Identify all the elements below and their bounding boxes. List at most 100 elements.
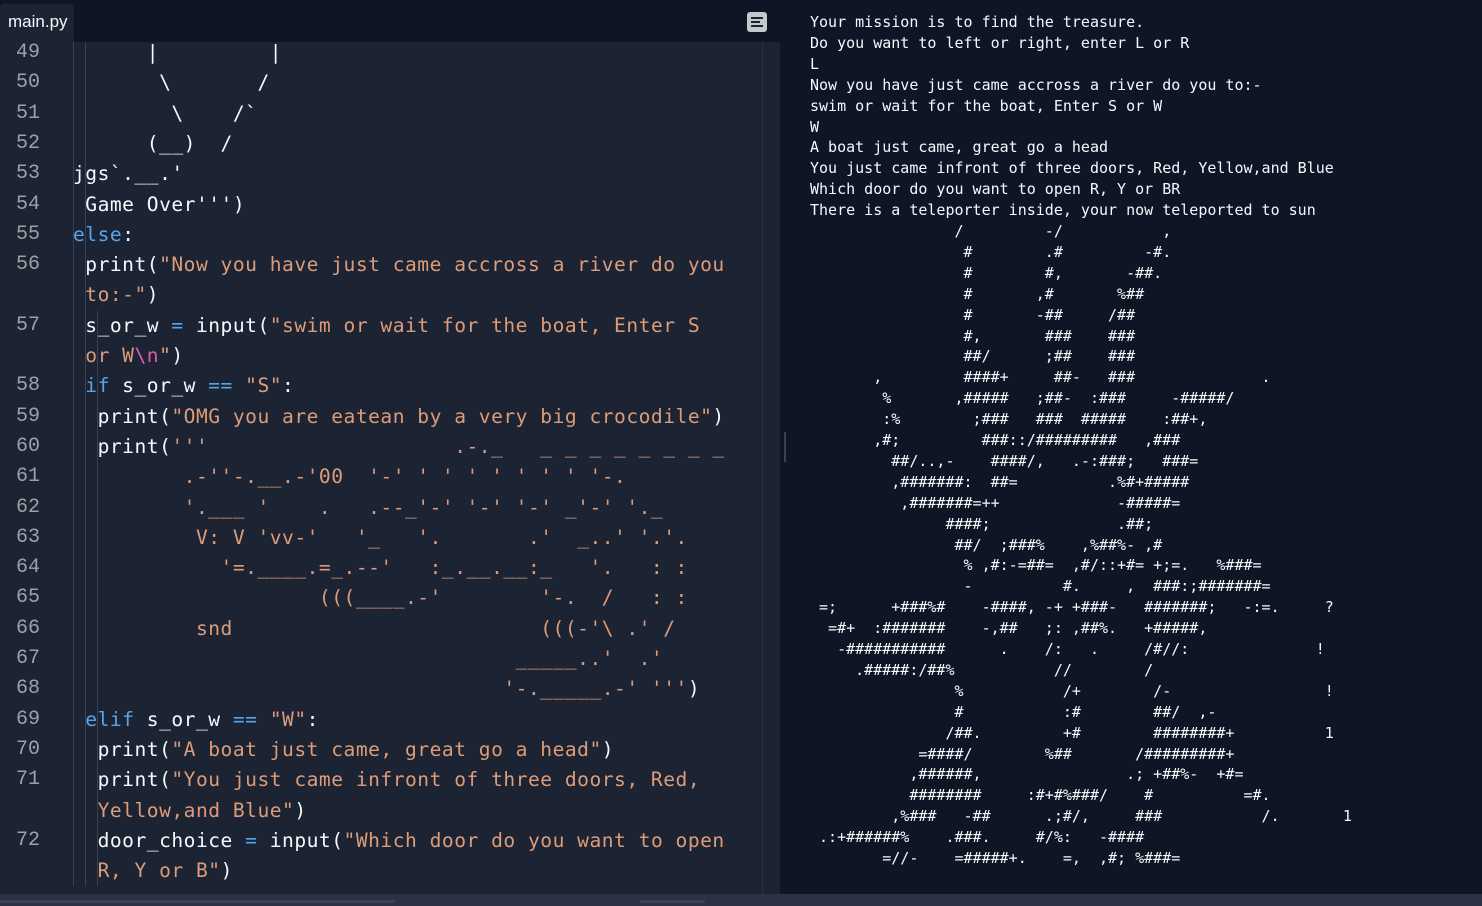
line-number: 52: [15, 131, 40, 155]
code-token: snd (((-'\ .' /: [73, 616, 676, 640]
code-token: ''' .-._ _ _ _ _ _ _ _ _: [171, 434, 725, 458]
line-number: 53: [15, 162, 40, 186]
code-token: (: [159, 768, 172, 792]
code-token: ): [171, 344, 184, 367]
code-line: (__) /: [73, 129, 233, 159]
code-token: \ /`: [73, 101, 258, 125]
pane-menu-icon[interactable]: [747, 12, 767, 32]
console-output-line: ,#; ###::/######### ,###: [810, 431, 1181, 449]
code-line: jgs`.__.': [73, 159, 184, 189]
line-number: 65: [15, 586, 40, 610]
line-number: 55: [15, 222, 40, 246]
code-token: (: [159, 434, 172, 458]
console-output-line: % ,#:-=##= ,#/::+#= +;=. %###=: [810, 556, 1262, 575]
console-output-line: # -## /##: [810, 305, 1136, 324]
code-line: '.___ ' . .--_'-' '-' '-' _'-' '._: [73, 493, 663, 523]
code-token: s_or_w: [134, 707, 233, 731]
code-token: "You just came infront of three doors, R…: [171, 768, 701, 792]
code-line: (((____.-' '-. / : :: [73, 583, 688, 613]
line-number: 58: [15, 374, 40, 398]
line-number: 61: [15, 465, 40, 489]
code-line: '=.____.=_.--' :_.__.__:_ '. : :: [73, 553, 688, 583]
code-token: \n: [134, 344, 160, 367]
line-number: 64: [15, 556, 40, 580]
code-token: (((____.-' '-. / : :: [73, 586, 688, 610]
code-token: (: [146, 253, 160, 277]
indent-guide: [97, 310, 98, 887]
code-editor-pane[interactable]: main.py 49 | | 50 \ / 51 \ /` 52 (__) / 53 jg…: [0, 0, 780, 894]
code-token: else: [73, 222, 123, 246]
console-output-line: A boat just came, great go a head: [810, 138, 1109, 157]
code-token: print: [97, 404, 160, 428]
code-line: print("OMG you are eatean by a very big …: [73, 402, 725, 432]
code-line: print("Now you have just came accross a …: [73, 250, 725, 280]
horizontal-scrollbar[interactable]: [0, 894, 1482, 906]
code-token: '-._____.-' ''': [73, 677, 688, 701]
line-number: 50: [15, 71, 40, 95]
console-output-line: , ####+ ##- ### .: [810, 368, 1271, 387]
code-token: :: [306, 707, 319, 731]
console-output-line: ,######, .; +##%- +#=: [810, 765, 1244, 784]
code-line: | |: [73, 42, 282, 68]
console-output-line: =####/ %## /#########+: [810, 744, 1235, 763]
console-output-line: ,#######: ##= .%#+#####: [810, 472, 1190, 491]
line-number: 51: [15, 101, 40, 125]
console-output-line: ##/ ;## ###: [810, 347, 1136, 366]
code-token: ): [220, 859, 233, 883]
code-line: print(''' .-._ _ _ _ _ _ _ _ _: [73, 432, 725, 462]
code-token: print: [97, 434, 160, 458]
code-token: or W: [73, 344, 135, 367]
code-token: ): [687, 677, 701, 701]
code-token: ==: [232, 707, 258, 731]
console-output-line: =; +###%# -####, -+ +###- #######; -:=. …: [810, 598, 1334, 617]
line-number: 56: [15, 253, 40, 277]
indent-guide: [85, 42, 86, 887]
code-token: Yellow,and Blue": [73, 798, 295, 822]
code-line: if s_or_w == "S":: [73, 371, 294, 401]
editor-scrollbar[interactable]: [762, 42, 779, 894]
code-token: :: [122, 222, 135, 246]
code-token: :: [282, 374, 295, 398]
code-token: "Now you have just came accross a river …: [159, 253, 725, 277]
code-token: s_or_w: [109, 374, 209, 398]
code-line: print("You just came infront of three do…: [73, 765, 700, 795]
resize-handle[interactable]: [784, 432, 786, 462]
code-area[interactable]: 49 | | 50 \ / 51 \ /` 52 (__) / 53 jgs`.__.' 5…: [0, 42, 780, 894]
console-pane[interactable]: Your mission is to find the treasure. Do …: [790, 0, 1482, 894]
code-token: V: V 'vv-' '_ '. .' _..' '.'.: [73, 525, 688, 549]
line-number: 63: [15, 525, 40, 549]
console-output-line: Which door do you want to open R, Y or B…: [810, 180, 1181, 199]
line-number: 57: [15, 313, 40, 337]
code-token: "W": [269, 707, 307, 731]
console-output-line: =#+ :####### -,## ;: ,##%. +#####,: [810, 619, 1208, 638]
console-output-line: ,%### -## .;#/, ### /. 1: [810, 807, 1352, 826]
code-token: ==: [208, 374, 233, 398]
console-output-line: =//- =#####+. =, ,#; %###=: [810, 849, 1181, 867]
console-output-line: # :# ##/ ,-: [810, 702, 1217, 721]
code-token: \ /: [73, 71, 270, 95]
file-tab-main-py[interactable]: main.py: [0, 4, 74, 42]
code-token: print: [97, 768, 160, 792]
console-output-line: /##. +# ########+ 1: [810, 723, 1334, 742]
code-line: elif s_or_w == "W":: [73, 705, 319, 735]
console-output-line: :% ;### ### ##### :##+,: [810, 410, 1208, 429]
line-number: 68: [15, 677, 40, 701]
console-output-line: There is a teleporter inside, your now t…: [810, 201, 1316, 220]
console-output-line: .:+######% .###. #/%: -####: [810, 828, 1145, 847]
console-output-line: - #. , ###:;#######=: [810, 577, 1271, 596]
code-line: \ /`: [73, 99, 257, 129]
code-token: door_choice: [73, 828, 246, 852]
console-output-line: .#####:/##% // /: [810, 660, 1154, 679]
code-line: V: V 'vv-' '_ '. .' _..' '.'.: [73, 523, 688, 553]
line-number: 71: [15, 768, 40, 792]
code-line: '-._____.-' '''): [73, 674, 700, 704]
code-line: s_or_w = input("swim or wait for the boa…: [73, 311, 700, 341]
console-output-line: / -/ ,: [810, 222, 1172, 240]
code-token: (: [159, 404, 172, 428]
code-token: =: [171, 313, 184, 337]
code-token: s_or_w: [73, 313, 172, 337]
